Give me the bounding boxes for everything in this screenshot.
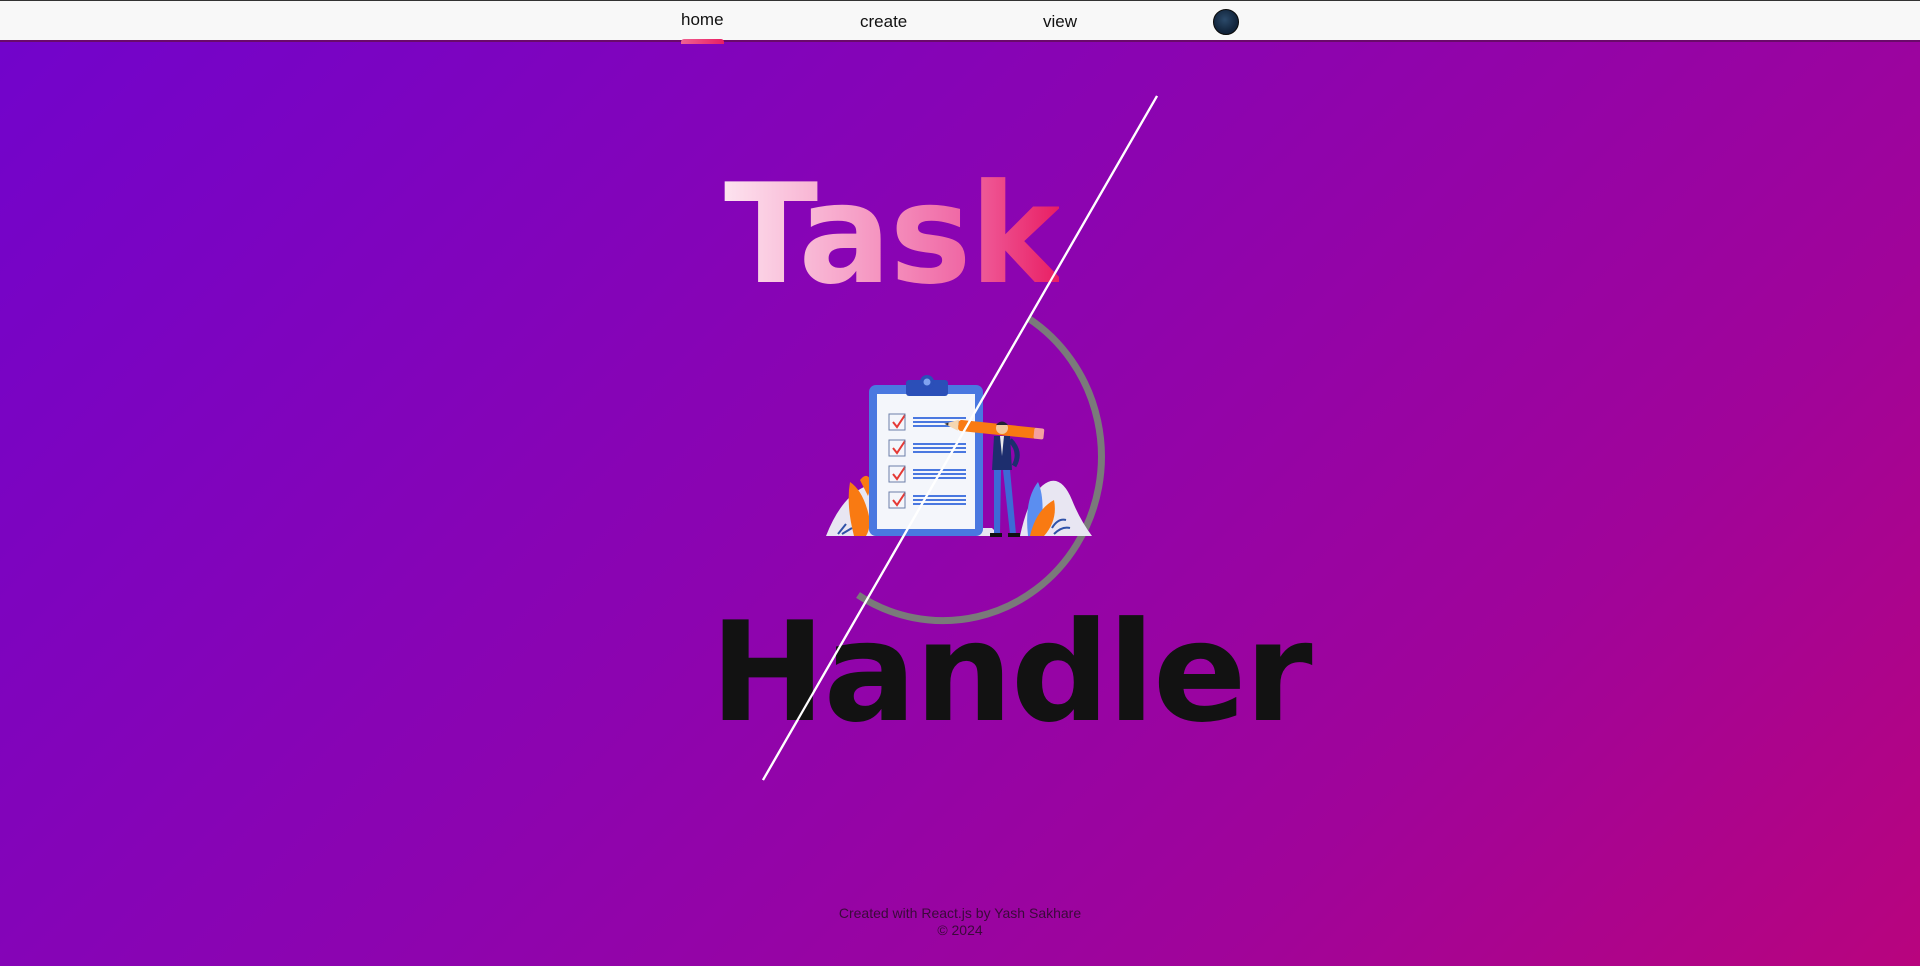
- hero-title-handler: Handler: [710, 592, 1313, 753]
- page-footer: Created with React.js by Yash Sakhare © …: [0, 905, 1920, 939]
- footer-credit: Created with React.js by Yash Sakhare: [838, 905, 1082, 921]
- footer-copyright: © 2024: [937, 922, 983, 938]
- hero-graphics: [762, 95, 1158, 781]
- checklist-clipboard-illustration: [826, 375, 1092, 537]
- hero-title-task: Task: [724, 154, 1061, 315]
